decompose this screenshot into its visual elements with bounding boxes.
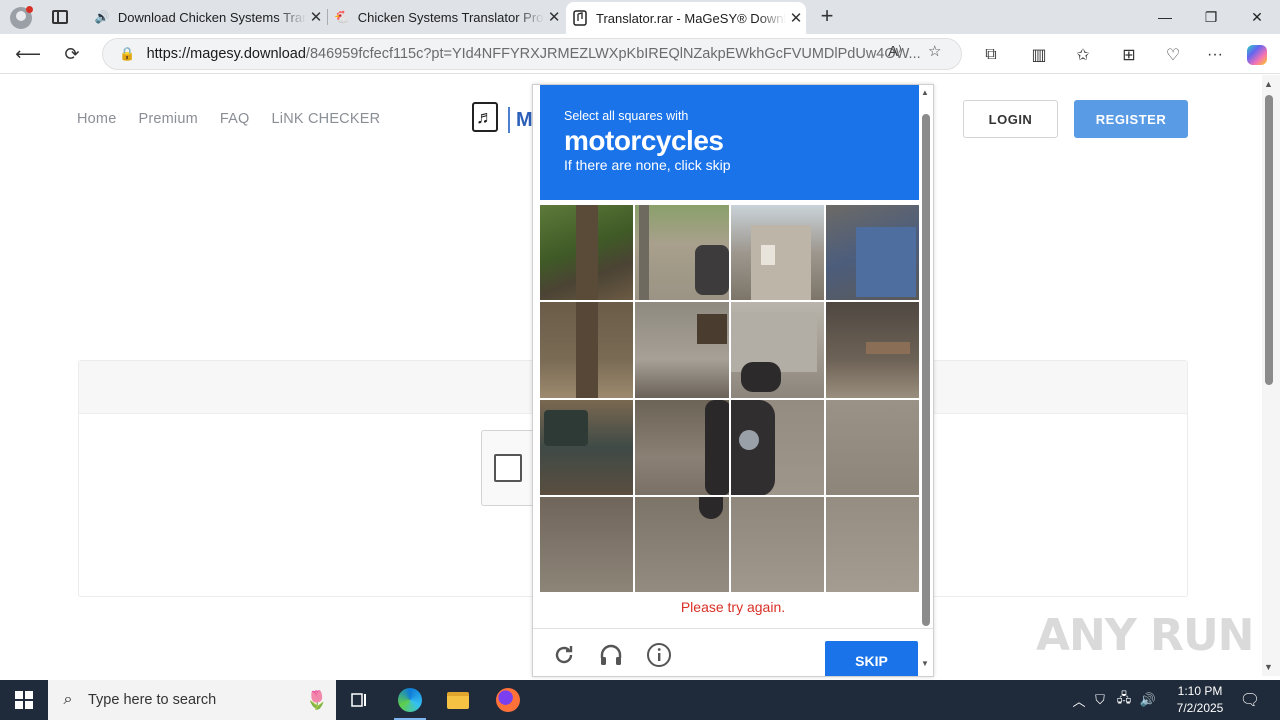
login-button[interactable]: LOGIN: [963, 100, 1058, 138]
close-tab-icon[interactable]: ✕: [306, 8, 326, 26]
search-placeholder: Type here to search: [88, 692, 217, 708]
tab-title: Chicken Systems Translator Pro v2: [357, 9, 545, 25]
captcha-checkbox[interactable]: [494, 454, 522, 482]
grid-tile[interactable]: [730, 496, 824, 592]
tab-chicken-systems[interactable]: 🐔 Chicken Systems Translator Pro v2 ✕: [328, 2, 564, 32]
back-icon[interactable]: ⟵: [14, 40, 42, 68]
nav-home[interactable]: Home: [77, 111, 116, 127]
tab-download-chicken[interactable]: 🔊 Download Chicken Systems Translator ✕: [88, 2, 326, 32]
grid-tile[interactable]: [730, 399, 824, 495]
favorites-icon[interactable]: ✩: [1072, 44, 1094, 66]
grid-tile[interactable]: [540, 205, 634, 301]
grid-tile[interactable]: [825, 399, 919, 495]
scroll-up-icon[interactable]: ▲: [1264, 79, 1273, 89]
url-host: https://magesy.download: [146, 46, 306, 62]
lock-icon[interactable]: 🔒: [119, 46, 137, 62]
challenge-error: Please try again.: [680, 599, 786, 615]
search-highlight-icon: 🌷: [305, 689, 328, 710]
tab-translator-rar[interactable]: Translator.rar - MaGeSY® Download ✕: [566, 2, 806, 34]
collections-icon[interactable]: ⊞: [1118, 44, 1140, 66]
close-window-icon[interactable]: ✕: [1234, 0, 1280, 34]
grid-tile[interactable]: [635, 399, 729, 495]
network-icon[interactable]: 🖧: [1112, 689, 1136, 711]
audio-challenge-icon[interactable]: [597, 641, 625, 669]
address-bar-row: ⟵ ⟳ 🔒 https://magesy.download /846959fcf…: [0, 34, 1280, 74]
page-scrollbar[interactable]: ▲ ▼: [1262, 75, 1280, 676]
copilot-icon[interactable]: [1246, 44, 1268, 66]
tab-title: Translator.rar - MaGeSY® Download: [596, 10, 786, 26]
grid-tile[interactable]: [540, 496, 634, 592]
split-screen-icon[interactable]: ▥: [1028, 44, 1050, 66]
site-nav: Home Premium FAQ LiNK CHECKER: [77, 111, 380, 127]
search-icon: ⌕: [63, 691, 73, 708]
minimize-icon[interactable]: —: [1142, 0, 1188, 34]
challenge-instruction: Select all squares with: [564, 109, 689, 123]
read-aloud-icon[interactable]: A⁾: [888, 42, 902, 60]
edge-taskbar-icon[interactable]: [386, 680, 434, 720]
grid-tile[interactable]: [635, 496, 729, 592]
tab-title: Download Chicken Systems Translator: [117, 9, 307, 25]
nav-faq[interactable]: FAQ: [220, 111, 250, 127]
refresh-icon[interactable]: ⟳: [58, 40, 86, 68]
task-view-icon[interactable]: [336, 680, 384, 720]
url-path: /846959fcfecf115c?pt=YId4NFFYRXJRMEZLWXp…: [305, 46, 921, 62]
firefox-taskbar-icon[interactable]: [484, 680, 532, 720]
browser-essentials-icon[interactable]: ♡: [1162, 44, 1184, 66]
windows-start-icon[interactable]: [0, 680, 48, 720]
scroll-up-icon[interactable]: ▲: [921, 88, 929, 97]
reload-icon[interactable]: [550, 641, 578, 669]
speaker-icon: 🔊: [94, 10, 110, 24]
grid-tile[interactable]: [730, 302, 824, 398]
close-tab-icon[interactable]: ✕: [786, 9, 806, 27]
site-logo-text[interactable]: M: [508, 107, 533, 133]
grid-tile[interactable]: [825, 205, 919, 301]
grid-tile[interactable]: [540, 399, 634, 495]
file-explorer-icon[interactable]: [434, 680, 482, 720]
tab-strip: 🔊 Download Chicken Systems Translator ✕ …: [0, 0, 1280, 34]
info-icon[interactable]: [645, 641, 673, 669]
anyrun-watermark: ANY RUN: [1036, 610, 1254, 661]
chicken-icon: 🐔: [334, 10, 350, 24]
skip-button[interactable]: SKIP: [825, 641, 918, 676]
grid-tile[interactable]: [825, 302, 919, 398]
more-menu-icon[interactable]: ···: [1204, 44, 1226, 66]
new-tab-button[interactable]: +: [814, 3, 840, 31]
close-tab-icon[interactable]: ✕: [544, 8, 564, 26]
restore-icon[interactable]: ❐: [1188, 0, 1234, 34]
grid-tile[interactable]: [825, 496, 919, 592]
music-note-icon[interactable]: ♬: [472, 102, 498, 132]
image-grid: [540, 205, 919, 592]
favorite-star-icon[interactable]: ☆: [928, 42, 941, 60]
captcha-challenge: Select all squares with motorcycles If t…: [532, 84, 934, 677]
security-tray-icon[interactable]: ⛉: [1088, 692, 1112, 708]
register-button[interactable]: REGISTER: [1074, 100, 1188, 138]
challenge-scroll-thumb[interactable]: [922, 114, 930, 626]
nav-premium[interactable]: Premium: [138, 111, 197, 127]
challenge-header: Select all squares with motorcycles If t…: [540, 85, 919, 200]
notifications-icon[interactable]: 🗨: [1226, 680, 1274, 720]
scroll-thumb[interactable]: [1265, 95, 1273, 385]
volume-icon[interactable]: 🔊: [1136, 692, 1160, 708]
challenge-hint: If there are none, click skip: [564, 157, 731, 173]
tray-overflow-icon[interactable]: ︿: [1070, 691, 1088, 710]
extensions-icon[interactable]: ⧉: [980, 44, 1002, 66]
tab-actions-icon[interactable]: [52, 10, 68, 24]
file-icon: [572, 10, 588, 26]
taskbar-search[interactable]: ⌕ Type here to search 🌷: [48, 680, 336, 720]
taskbar: ⌕ Type here to search 🌷 ︿ ⛉ 🖧 🔊 1:10 PM …: [0, 680, 1280, 720]
scroll-down-icon[interactable]: ▼: [921, 659, 929, 668]
challenge-target: motorcycles: [564, 125, 724, 156]
challenge-scrollbar[interactable]: ▲ ▼: [920, 86, 932, 668]
grid-tile[interactable]: [635, 302, 729, 398]
grid-tile[interactable]: [540, 302, 634, 398]
address-bar[interactable]: 🔒 https://magesy.download /846959fcfecf1…: [102, 38, 962, 70]
scroll-down-icon[interactable]: ▼: [1264, 662, 1273, 672]
grid-tile[interactable]: [730, 205, 824, 301]
profile-icon[interactable]: [10, 6, 33, 29]
grid-tile[interactable]: [635, 205, 729, 301]
nav-link-checker[interactable]: LiNK CHECKER: [272, 111, 381, 127]
challenge-footer: SKIP: [533, 628, 933, 676]
